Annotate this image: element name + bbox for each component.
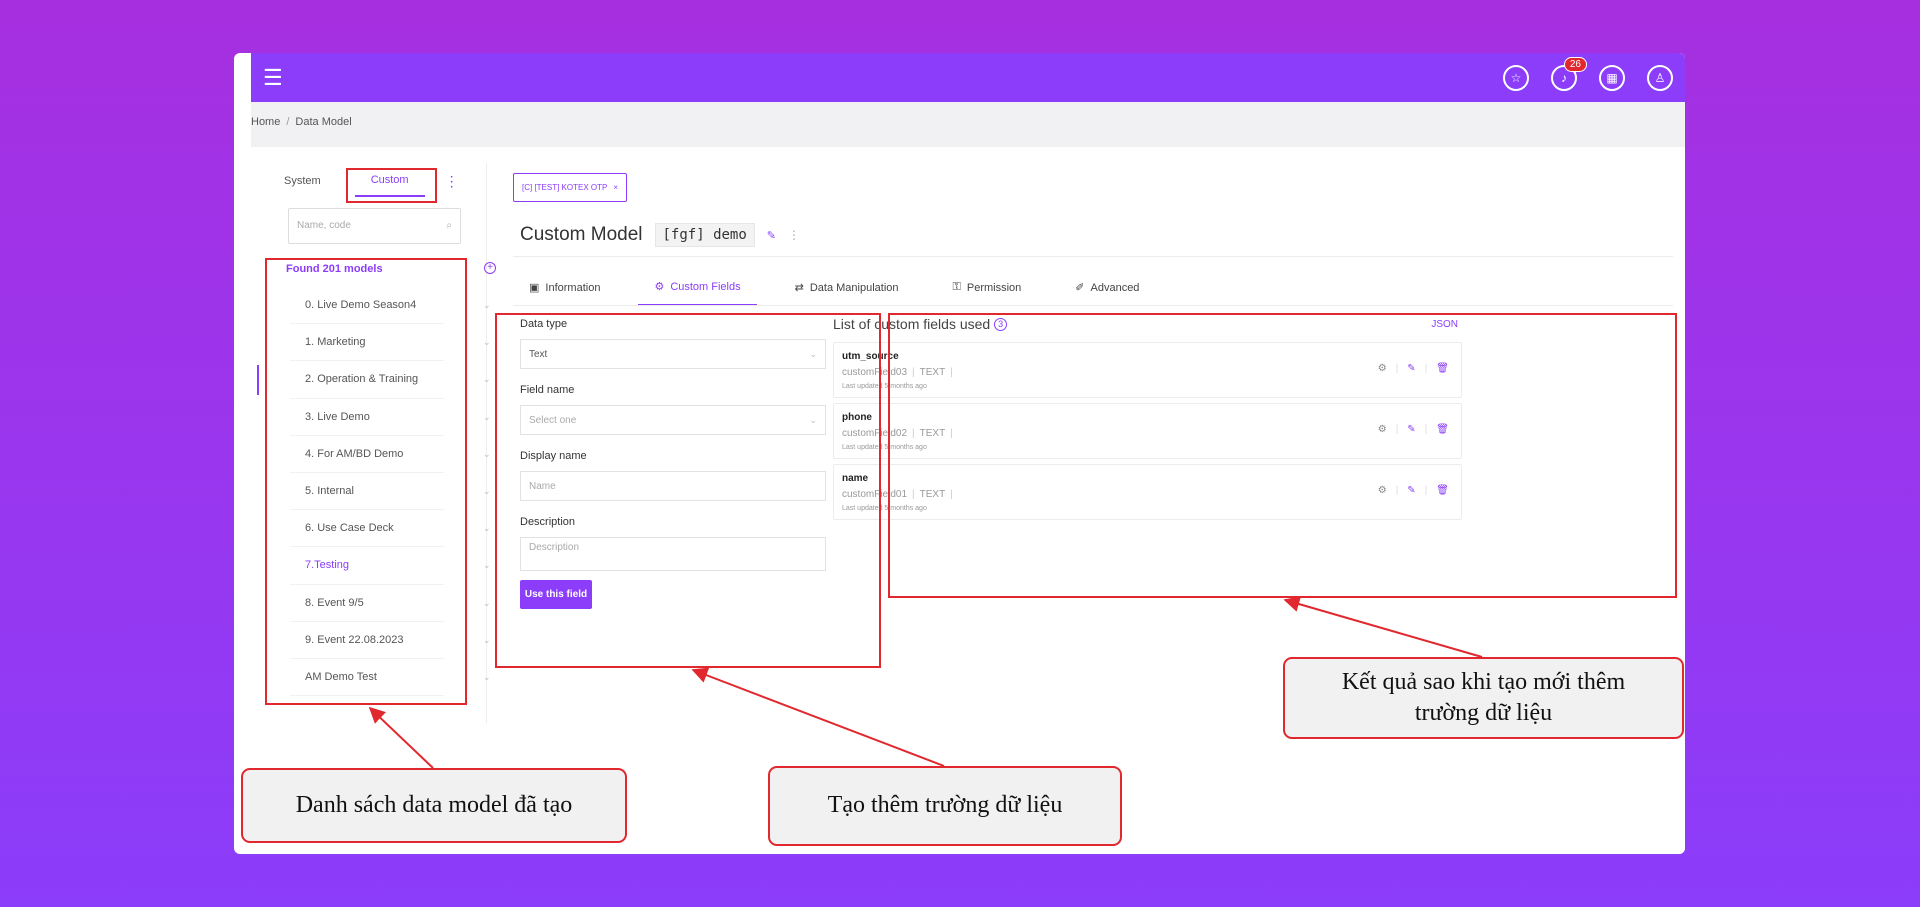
tab-information[interactable]: ▣ Information [513, 280, 616, 306]
model-code: [fgf] demo [654, 223, 755, 247]
tab-custom-fields[interactable]: ⚙ Custom Fields [638, 280, 757, 306]
tab-advanced-label: Advanced [1090, 281, 1140, 294]
swap-icon: ⇄ [794, 282, 804, 294]
chevron-down-icon[interactable]: ⌄ [483, 659, 491, 696]
chevron-down-icon[interactable]: ⌄ [483, 361, 491, 398]
gear-icon: ⚙ [654, 281, 665, 293]
key-icon: ⚿ [952, 281, 961, 293]
more-icon[interactable]: ⋮ [788, 228, 800, 242]
tab-data-manipulation[interactable]: ⇄ Data Manipulation [779, 280, 915, 306]
tab-permission-label: Permission [966, 281, 1022, 294]
chevron-down-icon[interactable]: ⌄ [483, 287, 491, 324]
chevron-down-icon[interactable]: ⌄ [483, 547, 491, 584]
callout-result: Kết quả sao khi tạo mới thêm trường dữ l… [1283, 657, 1684, 739]
chevron-down-icon[interactable]: ⌄ [483, 324, 491, 361]
more-icon[interactable]: ⋮ [445, 173, 459, 190]
open-model-tab[interactable]: [C] [TEST] KOTEX OTP × [513, 173, 628, 202]
divider [513, 256, 1673, 257]
notification-badge: 26 [1563, 56, 1587, 72]
apps-icon[interactable]: ▦ [1599, 64, 1625, 91]
tab-advanced[interactable]: ✐ Advanced [1059, 280, 1155, 306]
user-icon[interactable]: ♙ [1647, 64, 1673, 91]
open-model-tab-label: [C] [TEST] KOTEX OTP [522, 183, 608, 192]
close-icon[interactable]: × [613, 183, 618, 192]
search-icon: ⌕ [446, 220, 452, 231]
wrench-icon: ✐ [1075, 282, 1085, 294]
tab-information-label: Information [545, 281, 601, 294]
add-circle-icon[interactable]: + [484, 262, 496, 274]
left-edge-indicator [257, 365, 259, 395]
chevron-down-icon[interactable]: ⌄ [483, 399, 491, 436]
breadcrumb-current: Data Model [295, 116, 352, 128]
highlight-fields-list [888, 313, 1677, 598]
menu-icon[interactable]: ☰ [263, 66, 283, 89]
search-input[interactable]: Name, code ⌕ [288, 208, 461, 244]
model-header: Custom Model [fgf] demo ✎ ⋮ [520, 223, 800, 247]
tab-data-manipulation-label: Data Manipulation [809, 281, 899, 294]
page-title: Custom Model [520, 224, 643, 245]
top-bar: ☰ ☆ ♪ 26 ▦ ♙ [251, 53, 1685, 102]
chevron-down-icon[interactable]: ⌄ [483, 585, 491, 622]
callout-model-list: Danh sách data model đã tạo [241, 768, 627, 843]
chevron-down-icon[interactable]: ⌄ [483, 510, 491, 547]
chevron-down-icon[interactable]: ⌄ [483, 473, 491, 510]
highlight-model-list [265, 258, 467, 705]
search-placeholder: Name, code [297, 220, 351, 231]
divider [513, 305, 1673, 306]
chevron-down-icon[interactable]: ⌄ [483, 436, 491, 473]
callout-add-field: Tạo thêm trường dữ liệu [768, 766, 1122, 846]
content-tabs: ▣ Information ⚙ Custom Fields ⇄ Data Man… [513, 280, 1177, 306]
chevron-column: ⌄ ⌄ ⌄ ⌄ ⌄ ⌄ ⌄ ⌄ ⌄ ⌄ ⌄ [483, 287, 491, 696]
chevron-down-icon[interactable]: ⌄ [483, 622, 491, 659]
tab-system[interactable]: System [268, 165, 337, 197]
topbar-actions: ☆ ♪ 26 ▦ ♙ [1503, 56, 1673, 91]
bell-icon[interactable]: ♪ 26 [1551, 56, 1587, 91]
highlight-custom-tab [346, 168, 437, 203]
breadcrumb: Home / Data Model [251, 102, 1685, 147]
breadcrumb-separator: / [286, 116, 290, 128]
tab-permission[interactable]: ⚿ Permission [937, 280, 1038, 306]
support-icon[interactable]: ☆ [1503, 64, 1529, 91]
info-icon: ▣ [529, 282, 540, 294]
breadcrumb-home[interactable]: Home [251, 116, 280, 147]
highlight-add-field-form [495, 313, 881, 668]
pin-icon[interactable]: ✎ [767, 229, 776, 242]
tab-custom-fields-label: Custom Fields [670, 280, 741, 293]
